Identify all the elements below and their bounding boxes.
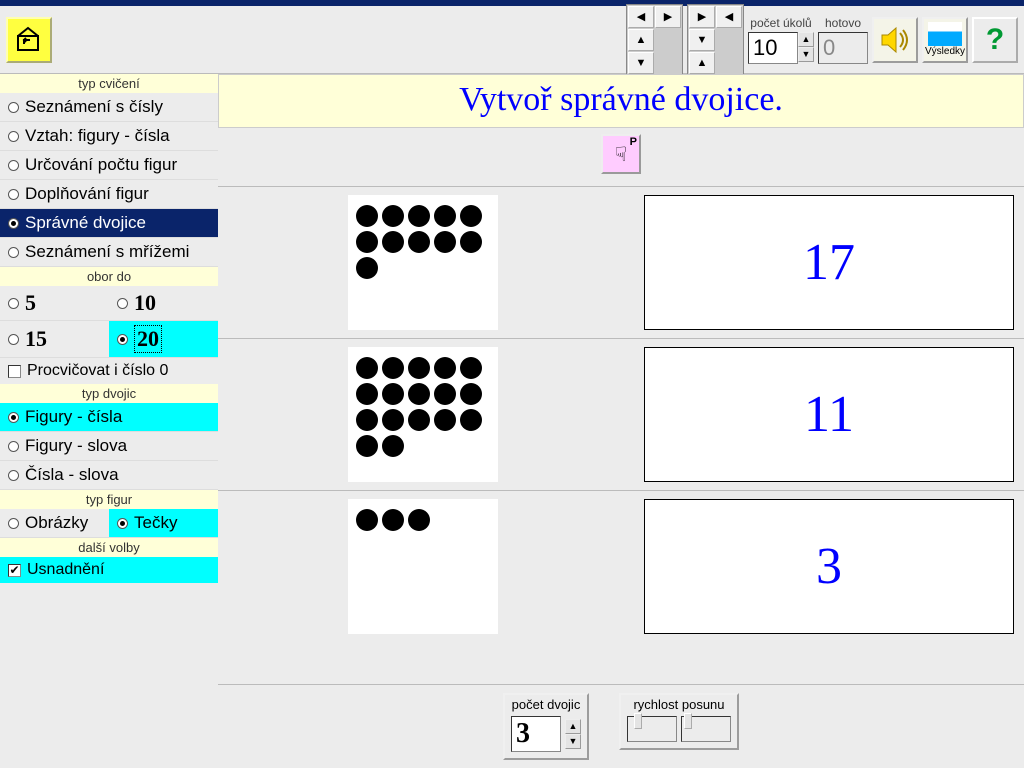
number-card[interactable]: 3: [644, 499, 1014, 634]
pair-type-header: typ dvojic: [0, 384, 218, 403]
mouse-pointer-icon: ☟: [615, 142, 627, 167]
results-label: Výsledky: [925, 46, 965, 57]
back-button[interactable]: [6, 17, 52, 63]
pointer-p-label: P: [630, 136, 637, 148]
range-option-5[interactable]: 5: [0, 286, 109, 321]
pointer-mode-button[interactable]: P ☟: [601, 134, 641, 174]
dots-card[interactable]: [348, 347, 498, 482]
exercise-option-urcovani-poctu[interactable]: Určování počtu figur: [0, 151, 218, 180]
range-header: obor do: [0, 267, 218, 286]
pair-type-cisla-slova[interactable]: Čísla - slova: [0, 461, 218, 490]
scroll-speed-label: rychlost posunu: [633, 697, 724, 712]
tasks-count-down[interactable]: ▼: [798, 47, 814, 62]
arrow-inward-left-icon[interactable]: ◀: [716, 6, 742, 28]
practice-zero-checkbox[interactable]: Procvičovat i číslo 0: [0, 358, 218, 384]
number-card[interactable]: 17: [644, 195, 1014, 330]
pair-type-figury-cisla[interactable]: Figury - čísla: [0, 403, 218, 432]
exercise-option-doplnovani-figur[interactable]: Doplňování figur: [0, 180, 218, 209]
scroll-speed-slider-1[interactable]: [627, 716, 677, 742]
figure-type-header: typ figur: [0, 490, 218, 509]
dots-card[interactable]: [348, 195, 498, 330]
pair-row: 11: [218, 339, 1024, 491]
help-button[interactable]: ?: [972, 17, 1018, 63]
arrows-left-group[interactable]: ◀ ▶ ▲ ▼: [626, 4, 683, 76]
pair-type-figury-slova[interactable]: Figury - slova: [0, 432, 218, 461]
scroll-speed-control: rychlost posunu: [619, 693, 739, 750]
arrow-up2-icon[interactable]: ▲: [689, 52, 715, 74]
done-value: 0: [818, 32, 868, 64]
range-option-15[interactable]: 15: [0, 321, 109, 358]
arrow-left-icon[interactable]: ◀: [628, 6, 654, 28]
simplify-checkbox[interactable]: ✔Usnadnění: [0, 557, 218, 583]
number-card[interactable]: 11: [644, 347, 1014, 482]
results-button[interactable]: Výsledky: [922, 17, 968, 63]
pair-row: 17: [218, 187, 1024, 339]
exercise-option-seznameni-mrizemi[interactable]: Seznámení s mřížemi: [0, 238, 218, 267]
instruction-text: Vytvoř správné dvojice.: [218, 74, 1024, 128]
exercise-option-seznameni-cisly[interactable]: Seznámení s čísly: [0, 93, 218, 122]
sound-button[interactable]: [872, 17, 918, 63]
arrow-down-icon[interactable]: ▼: [628, 52, 654, 74]
pair-count-control: počet dvojic 3 ▲ ▼: [503, 693, 589, 760]
pair-count-up[interactable]: ▲: [565, 719, 581, 734]
arrow-right-icon[interactable]: ▶: [655, 6, 681, 28]
arrow-up-icon[interactable]: ▲: [628, 29, 654, 51]
results-chart-icon: [928, 22, 962, 46]
other-options-header: další volby: [0, 538, 218, 557]
figure-type-tecky[interactable]: Tečky: [109, 509, 218, 538]
pair-count-value[interactable]: 3: [511, 716, 561, 752]
done-label: hotovo: [825, 16, 861, 30]
exercise-type-header: typ cvičení: [0, 74, 218, 93]
tasks-count-value[interactable]: 10: [748, 32, 798, 64]
arrows-right-group[interactable]: ▶ ◀ ▼ ▲: [687, 4, 744, 76]
range-option-10[interactable]: 10: [109, 286, 218, 321]
scroll-speed-slider-2[interactable]: [681, 716, 731, 742]
exercise-option-vztah-figury-cisla[interactable]: Vztah: figury - čísla: [0, 122, 218, 151]
pair-count-down[interactable]: ▼: [565, 734, 581, 749]
pair-row: 3: [218, 491, 1024, 642]
pairs-area: 17 11 3: [218, 187, 1024, 684]
exercise-option-spravne-dvojice[interactable]: Správné dvojice: [0, 209, 218, 238]
arrow-down2-icon[interactable]: ▼: [689, 29, 715, 51]
arrow-inward-right-icon[interactable]: ▶: [689, 6, 715, 28]
range-option-20[interactable]: 20: [109, 321, 218, 358]
figure-type-obrazky[interactable]: Obrázky: [0, 509, 109, 538]
dots-card[interactable]: [348, 499, 498, 634]
pair-count-label: počet dvojic: [512, 697, 581, 712]
tasks-count-up[interactable]: ▲: [798, 32, 814, 47]
tasks-count-label: počet úkolů: [750, 16, 811, 30]
